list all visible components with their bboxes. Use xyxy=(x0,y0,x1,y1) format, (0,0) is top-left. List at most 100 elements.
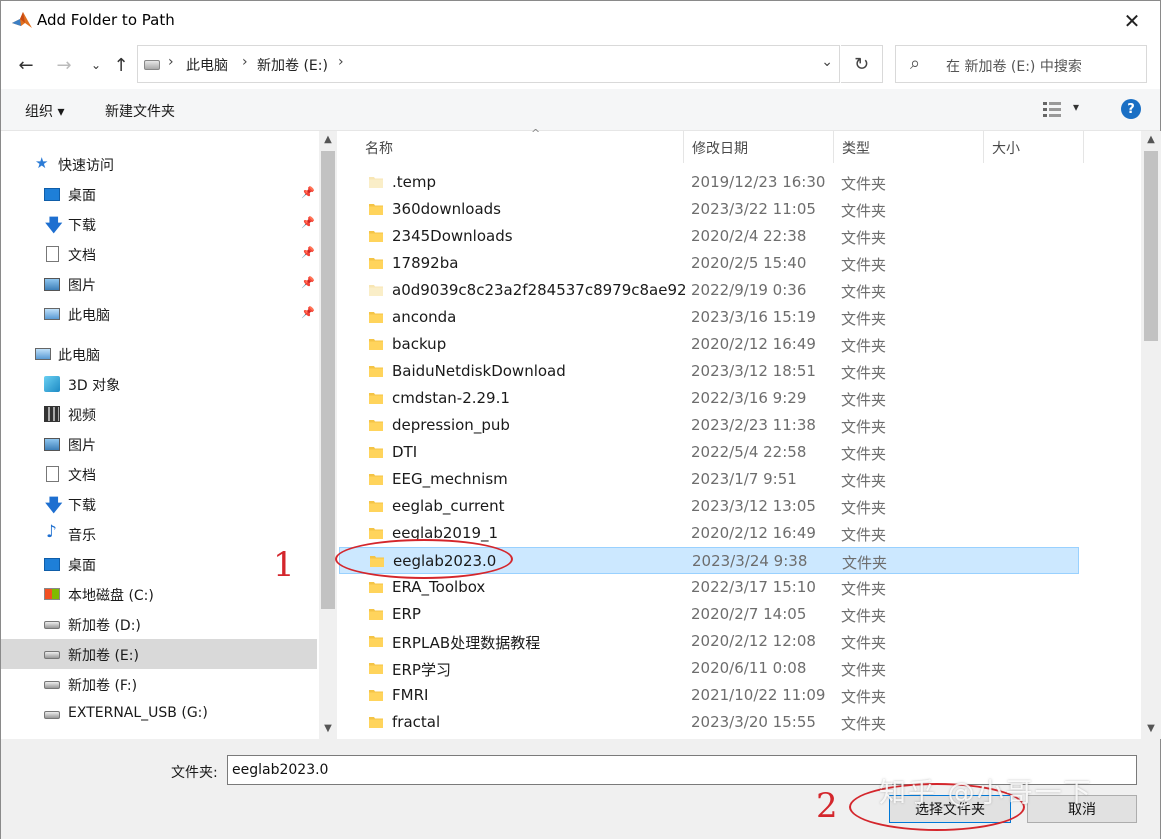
folder-icon xyxy=(369,310,383,324)
file-type: 文件夹 xyxy=(841,526,887,544)
scroll-up-icon[interactable]: ▲ xyxy=(1142,134,1160,145)
organize-button[interactable]: 组织 ▾ xyxy=(25,101,64,121)
file-row[interactable]: EEG_mechnism 2023/1/7 9:51 文件夹 xyxy=(339,466,1079,493)
nav-item-pictures-pc[interactable]: 图片 xyxy=(1,429,317,459)
scroll-up-icon[interactable]: ▲ xyxy=(319,134,337,145)
folder-icon xyxy=(369,634,383,648)
file-row[interactable]: FMRI 2021/10/22 11:09 文件夹 xyxy=(339,682,1079,709)
file-row[interactable]: 360downloads 2023/3/22 11:05 文件夹 xyxy=(339,196,1079,223)
download-arrow-icon: 🡇 xyxy=(45,496,63,516)
file-row[interactable]: 17892ba 2020/2/5 15:40 文件夹 xyxy=(339,250,1079,277)
up-arrow-icon[interactable]: ↑ xyxy=(108,51,134,79)
breadcrumb-separator-icon[interactable]: › xyxy=(338,54,344,70)
file-row[interactable]: backup 2020/2/12 16:49 文件夹 xyxy=(339,331,1079,358)
pin-icon[interactable]: 📌 xyxy=(301,186,315,199)
file-row[interactable]: 2345Downloads 2020/2/4 22:38 文件夹 xyxy=(339,223,1079,250)
view-dropdown-icon[interactable]: ▾ xyxy=(1073,100,1079,114)
download-arrow-icon: 🡇 xyxy=(45,216,63,236)
file-type: 文件夹 xyxy=(841,202,887,220)
nav-label: 3D 对象 xyxy=(68,378,121,394)
file-scrollbar-thumb[interactable] xyxy=(1144,151,1158,341)
folder-icon xyxy=(369,202,383,216)
folder-icon xyxy=(369,661,383,675)
nav-item-drive-d[interactable]: 新加卷 (D:) xyxy=(1,609,317,639)
file-row[interactable]: DTI 2022/5/4 22:58 文件夹 xyxy=(339,439,1079,466)
navigation-pane: ★ 快速访问 桌面 📌 🡇 下载 📌 文档 📌 图片 📌 此电脑 📌 此电脑 3… xyxy=(1,131,337,739)
file-row[interactable]: .temp 2019/12/23 16:30 文件夹 xyxy=(339,169,1079,196)
nav-item-music[interactable]: ♪ 音乐 xyxy=(1,519,317,549)
search-placeholder: 在 新加卷 (E:) 中搜索 xyxy=(946,59,1082,75)
column-header-type[interactable]: 类型 xyxy=(834,131,984,163)
nav-item-3d-objects[interactable]: 3D 对象 xyxy=(1,369,317,399)
pin-icon[interactable]: 📌 xyxy=(301,306,315,319)
refresh-icon[interactable]: ↻ xyxy=(841,45,883,83)
column-header-name[interactable]: 名称 ^ xyxy=(357,127,684,163)
music-note-icon: ♪ xyxy=(46,522,57,542)
file-type: 文件夹 xyxy=(841,607,887,625)
nav-item-pictures[interactable]: 图片 📌 xyxy=(1,269,317,299)
breadcrumb-separator-icon[interactable]: › xyxy=(168,54,174,70)
scroll-down-icon[interactable]: ▼ xyxy=(319,723,337,734)
nav-quick-access[interactable]: ★ 快速访问 xyxy=(1,149,317,179)
nav-item-videos[interactable]: 视频 xyxy=(1,399,317,429)
file-row[interactable]: a0d9039c8c23a2f284537c8979c8ae92 2022/9/1… xyxy=(339,277,1079,304)
star-icon: ★ xyxy=(35,154,49,172)
close-icon[interactable]: ✕ xyxy=(1112,5,1152,37)
nav-scrollbar-thumb[interactable] xyxy=(321,151,335,609)
help-icon[interactable]: ? xyxy=(1121,99,1141,119)
folder-field-label: 文件夹: xyxy=(171,765,218,781)
column-header-size[interactable]: 大小 xyxy=(984,131,1084,163)
nav-item-documents-pc[interactable]: 文档 xyxy=(1,459,317,489)
scroll-down-icon[interactable]: ▼ xyxy=(1142,723,1160,734)
nav-item-drive-f[interactable]: 新加卷 (F:) xyxy=(1,669,317,699)
address-bar[interactable]: › 此电脑 › 新加卷 (E:) › ⌄ xyxy=(137,45,840,83)
address-dropdown-chevron-icon[interactable]: ⌄ xyxy=(821,54,833,70)
breadcrumb-this-pc[interactable]: 此电脑 xyxy=(186,55,228,75)
folder-icon xyxy=(369,418,383,432)
file-type: 文件夹 xyxy=(842,554,888,572)
file-row[interactable]: cmdstan-2.29.1 2022/3/16 9:29 文件夹 xyxy=(339,385,1079,412)
nav-label: 视频 xyxy=(68,408,96,424)
nav-this-pc[interactable]: 此电脑 xyxy=(1,339,317,369)
nav-item-this-pc-quick[interactable]: 此电脑 📌 xyxy=(1,299,317,329)
nav-item-desktop[interactable]: 桌面 📌 xyxy=(1,179,317,209)
file-row[interactable]: anconda 2023/3/16 15:19 文件夹 xyxy=(339,304,1079,331)
pin-icon[interactable]: 📌 xyxy=(301,216,315,229)
pin-icon[interactable]: 📌 xyxy=(301,246,315,259)
nav-item-documents[interactable]: 文档 📌 xyxy=(1,239,317,269)
file-row[interactable]: BaiduNetdiskDownload 2023/3/12 18:51 文件夹 xyxy=(339,358,1079,385)
forward-arrow-icon[interactable]: → xyxy=(51,51,77,79)
file-row[interactable]: depression_pub 2023/2/23 11:38 文件夹 xyxy=(339,412,1079,439)
file-row[interactable]: ERPLAB处理数据教程 2020/2/12 12:08 文件夹 xyxy=(339,628,1079,655)
breadcrumb-separator-icon[interactable]: › xyxy=(242,54,248,70)
nav-scrollbar[interactable]: ▲ ▼ xyxy=(319,131,337,739)
nav-item-desktop-pc[interactable]: 桌面 xyxy=(1,549,317,579)
view-options-icon[interactable] xyxy=(1043,102,1061,117)
file-row[interactable]: ERP学习 2020/6/11 0:08 文件夹 xyxy=(339,655,1079,682)
file-row[interactable]: eeglab_current 2023/3/12 13:05 文件夹 xyxy=(339,493,1079,520)
folder-icon xyxy=(369,175,383,189)
file-type: 文件夹 xyxy=(841,472,887,490)
file-scrollbar[interactable]: ▲ ▼ xyxy=(1141,131,1161,739)
new-folder-button[interactable]: 新建文件夹 xyxy=(105,101,175,121)
file-date: 2023/2/23 11:38 xyxy=(691,416,816,434)
nav-item-downloads-pc[interactable]: 🡇 下载 xyxy=(1,489,317,519)
nav-item-drive-g[interactable]: EXTERNAL_USB (G:) xyxy=(1,699,317,729)
file-row[interactable]: ERP 2020/2/7 14:05 文件夹 xyxy=(339,601,1079,628)
nav-item-downloads[interactable]: 🡇 下载 📌 xyxy=(1,209,317,239)
breadcrumb-drive-e[interactable]: 新加卷 (E:) xyxy=(257,55,328,75)
navigation-row: ← → ⌄ ↑ › 此电脑 › 新加卷 (E:) › ⌄ ↻ ⌕ 在 新加卷 (… xyxy=(1,41,1160,89)
pin-icon[interactable]: 📌 xyxy=(301,276,315,289)
file-type: 文件夹 xyxy=(841,364,887,382)
file-date: 2020/6/11 0:08 xyxy=(691,659,807,677)
file-row[interactable]: fractal 2023/3/20 15:55 文件夹 xyxy=(339,709,1079,736)
column-header-date[interactable]: 修改日期 xyxy=(684,131,834,163)
nav-item-drive-c[interactable]: 本地磁盘 (C:) xyxy=(1,579,317,609)
back-arrow-icon[interactable]: ← xyxy=(13,51,39,79)
search-box[interactable]: ⌕ 在 新加卷 (E:) 中搜索 xyxy=(895,45,1147,83)
recent-locations-chevron-icon[interactable]: ⌄ xyxy=(83,51,109,79)
annotation-oval-1 xyxy=(335,539,513,579)
folder-icon xyxy=(369,445,383,459)
desktop-icon xyxy=(44,558,60,571)
nav-item-drive-e[interactable]: 新加卷 (E:) xyxy=(1,639,317,669)
